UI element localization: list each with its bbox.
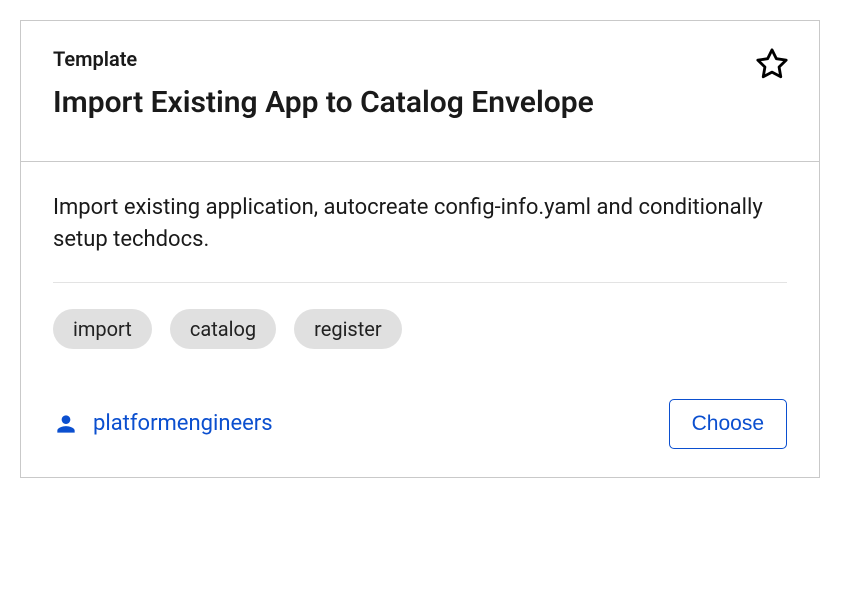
template-card: Template Import Existing App to Catalog … (20, 20, 820, 478)
card-footer: platformengineers Choose (53, 399, 787, 449)
star-icon (755, 47, 789, 81)
divider (53, 282, 787, 283)
card-body: Import existing application, autocreate … (21, 162, 819, 477)
favorite-button[interactable] (755, 47, 789, 81)
owner-name: platformengineers (93, 411, 273, 436)
card-type-label: Template (53, 47, 787, 71)
tag[interactable]: register (294, 309, 402, 349)
card-header: Template Import Existing App to Catalog … (21, 21, 819, 162)
card-description: Import existing application, autocreate … (53, 192, 787, 256)
tag[interactable]: catalog (170, 309, 276, 349)
tag-list: import catalog register (53, 309, 787, 349)
choose-button[interactable]: Choose (669, 399, 787, 449)
card-title: Import Existing App to Catalog Envelope (53, 85, 787, 121)
person-icon (53, 411, 79, 437)
tag[interactable]: import (53, 309, 152, 349)
owner-link[interactable]: platformengineers (53, 411, 273, 437)
